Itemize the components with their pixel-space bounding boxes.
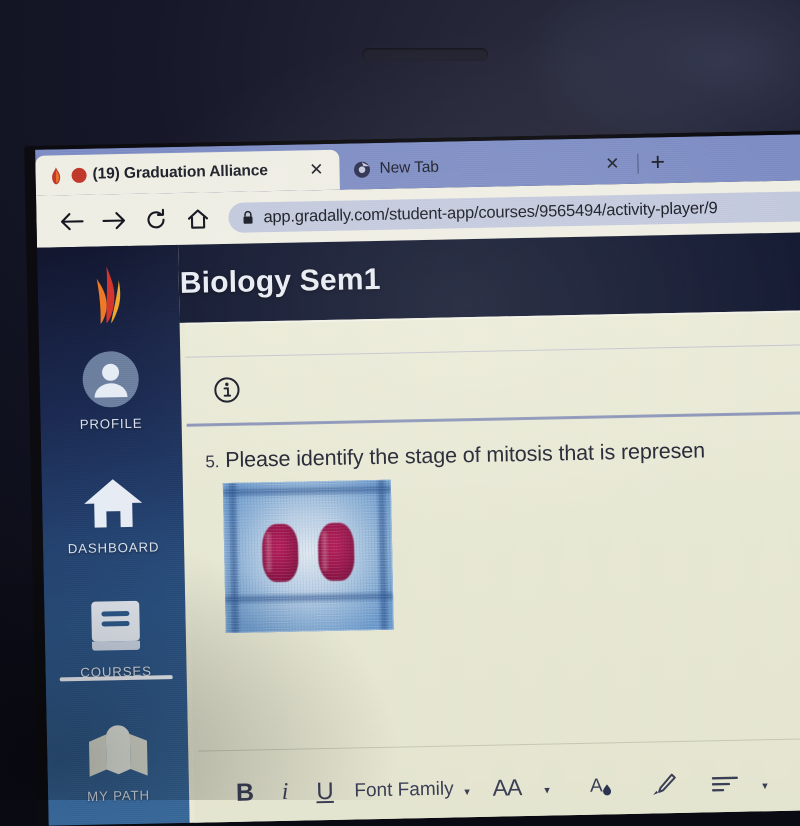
chevron-down-icon[interactable]: ▾ <box>447 771 488 812</box>
svg-text:A: A <box>589 776 602 797</box>
gradually-flame-logo[interactable] <box>37 251 180 340</box>
flame-favicon <box>49 167 62 184</box>
chevron-down-icon[interactable]: ▾ <box>527 770 568 811</box>
forward-arrow-icon[interactable] <box>92 199 135 242</box>
image-grain <box>223 480 394 633</box>
tab-title: (19) Graduation Alliance <box>92 162 296 184</box>
map-pin-icon <box>85 720 150 783</box>
highlighter-icon[interactable] <box>643 764 684 805</box>
microscope-cell-image[interactable] <box>223 480 394 633</box>
rich-text-toolbar: B i U Font Family ▾ AA ▾ A <box>198 738 800 826</box>
sidebar-item-label: DASHBOARD <box>68 539 160 556</box>
bold-button[interactable]: B <box>225 773 266 814</box>
sidebar-item-dashboard[interactable]: DASHBOARD <box>41 461 184 588</box>
question-body: Please identify the stage of mitosis tha… <box>225 438 705 472</box>
numbered-list-icon[interactable]: 123 <box>797 761 800 802</box>
book-icon <box>88 596 143 659</box>
laptop-camera-slot <box>362 48 488 61</box>
sidebar-item-courses[interactable]: COURSES <box>44 585 187 712</box>
sidebar: PROFILE DASHBOARD COURSES <box>37 245 190 826</box>
back-arrow-icon[interactable] <box>50 200 93 243</box>
underline-button[interactable]: U <box>305 771 346 812</box>
chevron-down-icon[interactable]: ▾ <box>745 765 786 806</box>
close-icon[interactable]: ✕ <box>601 154 624 174</box>
sidebar-item-my-path[interactable]: MY PATH <box>46 709 189 826</box>
page-title: Biology Sem1 <box>179 263 380 301</box>
align-left-icon[interactable] <box>705 763 746 804</box>
sidebar-item-profile[interactable]: PROFILE <box>39 337 182 464</box>
question-number: 5. <box>205 452 219 471</box>
activity-panel: 5. Please identify the stage of mitosis … <box>185 310 800 826</box>
address-bar[interactable]: app.gradally.com/student-app/courses/956… <box>228 191 800 233</box>
info-circle-icon[interactable] <box>214 377 241 404</box>
text-color-icon[interactable]: A <box>581 766 622 807</box>
home-icon[interactable] <box>176 197 219 240</box>
font-size-select[interactable]: AA <box>487 768 528 809</box>
font-family-select[interactable]: Font Family <box>345 769 448 811</box>
info-row <box>185 345 800 424</box>
person-icon <box>81 348 140 411</box>
house-icon <box>81 472 144 535</box>
new-tab-button[interactable]: + <box>640 148 675 184</box>
tab-new-tab[interactable]: New Tab ✕ <box>339 144 636 190</box>
close-icon[interactable]: ✕ <box>305 160 328 180</box>
browser-window: (19) Graduation Alliance ✕ New Tab ✕ + <box>24 130 800 826</box>
main-content: Biology Sem1 5. Pleas <box>178 232 800 826</box>
chrome-icon <box>353 161 370 178</box>
sidebar-item-label: MY PATH <box>87 788 150 804</box>
italic-button[interactable]: i <box>265 772 306 813</box>
sidebar-item-label: PROFILE <box>80 416 143 432</box>
notification-dot <box>71 167 86 182</box>
active-indicator <box>60 675 173 681</box>
tab-title: New Tab <box>379 156 592 178</box>
url-text: app.gradally.com/student-app/courses/956… <box>263 199 717 227</box>
tab-graduation-alliance[interactable]: (19) Graduation Alliance ✕ <box>35 150 340 196</box>
app-body: PROFILE DASHBOARD COURSES <box>37 232 800 826</box>
laptop-photo: (19) Graduation Alliance ✕ New Tab ✕ + <box>0 0 800 800</box>
reload-icon[interactable] <box>134 198 177 241</box>
course-header: Biology Sem1 <box>178 232 800 323</box>
lock-icon <box>242 210 253 224</box>
screen-area: (19) Graduation Alliance ✕ New Tab ✕ + <box>24 130 800 826</box>
tab-separator <box>637 154 638 174</box>
